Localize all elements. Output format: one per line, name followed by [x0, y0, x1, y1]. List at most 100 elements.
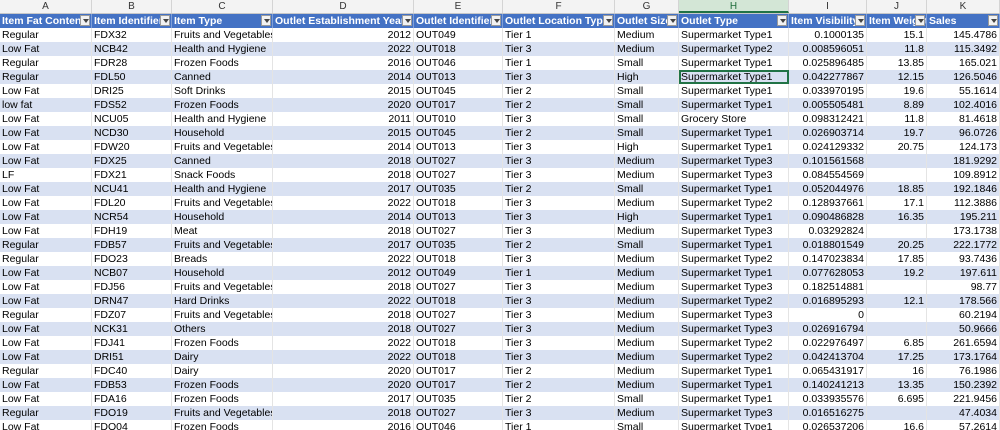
- table-cell[interactable]: 2018: [273, 308, 414, 322]
- table-cell[interactable]: Frozen Foods: [172, 98, 273, 112]
- table-cell[interactable]: Supermarket Type1: [679, 238, 789, 252]
- header-cell[interactable]: Item Identifier: [92, 14, 172, 28]
- table-cell[interactable]: 145.4786: [927, 28, 1000, 42]
- table-cell[interactable]: Supermarket Type3: [679, 406, 789, 420]
- table-cell[interactable]: 0.016516275: [789, 406, 867, 420]
- table-cell[interactable]: Supermarket Type1: [679, 28, 789, 42]
- table-cell[interactable]: 0.090486828: [789, 210, 867, 224]
- table-cell[interactable]: 0.182514881: [789, 280, 867, 294]
- filter-dropdown-icon[interactable]: [667, 15, 677, 26]
- table-cell[interactable]: Medium: [615, 294, 679, 308]
- table-cell[interactable]: Low Fat: [0, 196, 92, 210]
- table-cell[interactable]: OUT027: [414, 308, 503, 322]
- table-cell[interactable]: Fruits and Vegetables: [172, 406, 273, 420]
- table-cell[interactable]: Small: [615, 420, 679, 430]
- table-cell[interactable]: 0.005505481: [789, 98, 867, 112]
- table-cell[interactable]: FDO19: [92, 406, 172, 420]
- table-cell[interactable]: Medium: [615, 322, 679, 336]
- table-cell[interactable]: Low Fat: [0, 336, 92, 350]
- table-cell[interactable]: 2017: [273, 392, 414, 406]
- table-cell[interactable]: 0.077628053: [789, 266, 867, 280]
- table-cell[interactable]: Tier 3: [503, 308, 615, 322]
- table-cell[interactable]: 0.033970195: [789, 84, 867, 98]
- table-cell[interactable]: Supermarket Type1: [679, 420, 789, 430]
- table-cell[interactable]: Supermarket Type2: [679, 294, 789, 308]
- table-cell[interactable]: Tier 2: [503, 84, 615, 98]
- table-cell[interactable]: 12.1: [867, 294, 927, 308]
- table-cell[interactable]: Low Fat: [0, 280, 92, 294]
- table-cell[interactable]: Regular: [0, 406, 92, 420]
- table-cell[interactable]: 20.25: [867, 238, 927, 252]
- table-cell[interactable]: Low Fat: [0, 210, 92, 224]
- header-cell[interactable]: Outlet Location Type: [503, 14, 615, 28]
- table-cell[interactable]: Regular: [0, 28, 92, 42]
- table-cell[interactable]: Low Fat: [0, 420, 92, 430]
- table-cell[interactable]: Tier 2: [503, 98, 615, 112]
- table-cell[interactable]: 2017: [273, 238, 414, 252]
- table-cell[interactable]: Medium: [615, 378, 679, 392]
- table-cell[interactable]: OUT027: [414, 224, 503, 238]
- column-letter-b[interactable]: B: [92, 0, 172, 13]
- table-cell[interactable]: FDA16: [92, 392, 172, 406]
- table-cell[interactable]: 81.4618: [927, 112, 1000, 126]
- table-cell[interactable]: 109.8912: [927, 168, 1000, 182]
- table-cell[interactable]: 6.85: [867, 336, 927, 350]
- header-cell[interactable]: Outlet Establishment Year: [273, 14, 414, 28]
- filter-dropdown-icon[interactable]: [603, 15, 613, 26]
- table-cell[interactable]: Tier 2: [503, 126, 615, 140]
- table-cell[interactable]: [867, 280, 927, 294]
- column-letter-a[interactable]: A: [0, 0, 92, 13]
- table-cell[interactable]: Tier 3: [503, 196, 615, 210]
- table-cell[interactable]: Medium: [615, 42, 679, 56]
- table-cell[interactable]: 19.7: [867, 126, 927, 140]
- table-cell[interactable]: Snack Foods: [172, 168, 273, 182]
- table-cell[interactable]: Supermarket Type2: [679, 196, 789, 210]
- table-cell[interactable]: Supermarket Type1: [679, 210, 789, 224]
- table-cell[interactable]: Health and Hygiene: [172, 182, 273, 196]
- table-cell[interactable]: 50.9666: [927, 322, 1000, 336]
- table-cell[interactable]: 76.1986: [927, 364, 1000, 378]
- table-cell[interactable]: Tier 2: [503, 182, 615, 196]
- table-cell[interactable]: Low Fat: [0, 378, 92, 392]
- table-cell[interactable]: OUT027: [414, 280, 503, 294]
- filter-dropdown-icon[interactable]: [915, 15, 925, 26]
- table-cell[interactable]: 15.1: [867, 28, 927, 42]
- table-cell[interactable]: 102.4016: [927, 98, 1000, 112]
- table-cell[interactable]: OUT013: [414, 210, 503, 224]
- table-cell[interactable]: FDB53: [92, 378, 172, 392]
- table-cell[interactable]: OUT017: [414, 378, 503, 392]
- table-cell[interactable]: Tier 3: [503, 294, 615, 308]
- table-cell[interactable]: Frozen Foods: [172, 378, 273, 392]
- table-cell[interactable]: FDO04: [92, 420, 172, 430]
- table-cell[interactable]: Tier 3: [503, 252, 615, 266]
- filter-dropdown-icon[interactable]: [160, 15, 170, 26]
- table-cell[interactable]: OUT027: [414, 168, 503, 182]
- table-cell[interactable]: 2022: [273, 252, 414, 266]
- table-cell[interactable]: 17.1: [867, 196, 927, 210]
- table-cell[interactable]: 2022: [273, 294, 414, 308]
- table-cell[interactable]: 2018: [273, 154, 414, 168]
- table-cell[interactable]: 11.8: [867, 112, 927, 126]
- table-cell[interactable]: OUT035: [414, 238, 503, 252]
- table-cell[interactable]: 2018: [273, 406, 414, 420]
- table-cell[interactable]: [867, 308, 927, 322]
- table-cell[interactable]: 0.084554569: [789, 168, 867, 182]
- table-cell[interactable]: 126.5046: [927, 70, 1000, 84]
- column-letter-d[interactable]: D: [273, 0, 414, 13]
- table-cell[interactable]: 2014: [273, 70, 414, 84]
- table-cell[interactable]: 261.6594: [927, 336, 1000, 350]
- table-cell[interactable]: 60.2194: [927, 308, 1000, 322]
- table-cell[interactable]: 12.15: [867, 70, 927, 84]
- table-cell[interactable]: Fruits and Vegetables: [172, 28, 273, 42]
- table-cell[interactable]: Tier 2: [503, 238, 615, 252]
- table-cell[interactable]: 195.211: [927, 210, 1000, 224]
- column-letter-j[interactable]: J: [867, 0, 927, 13]
- table-cell[interactable]: Low Fat: [0, 154, 92, 168]
- table-cell[interactable]: Supermarket Type2: [679, 336, 789, 350]
- table-cell[interactable]: Supermarket Type3: [679, 168, 789, 182]
- table-cell[interactable]: Soft Drinks: [172, 84, 273, 98]
- table-cell[interactable]: 13.85: [867, 56, 927, 70]
- table-cell[interactable]: Medium: [615, 406, 679, 420]
- table-cell[interactable]: Fruits and Vegetables: [172, 308, 273, 322]
- table-cell[interactable]: Fruits and Vegetables: [172, 238, 273, 252]
